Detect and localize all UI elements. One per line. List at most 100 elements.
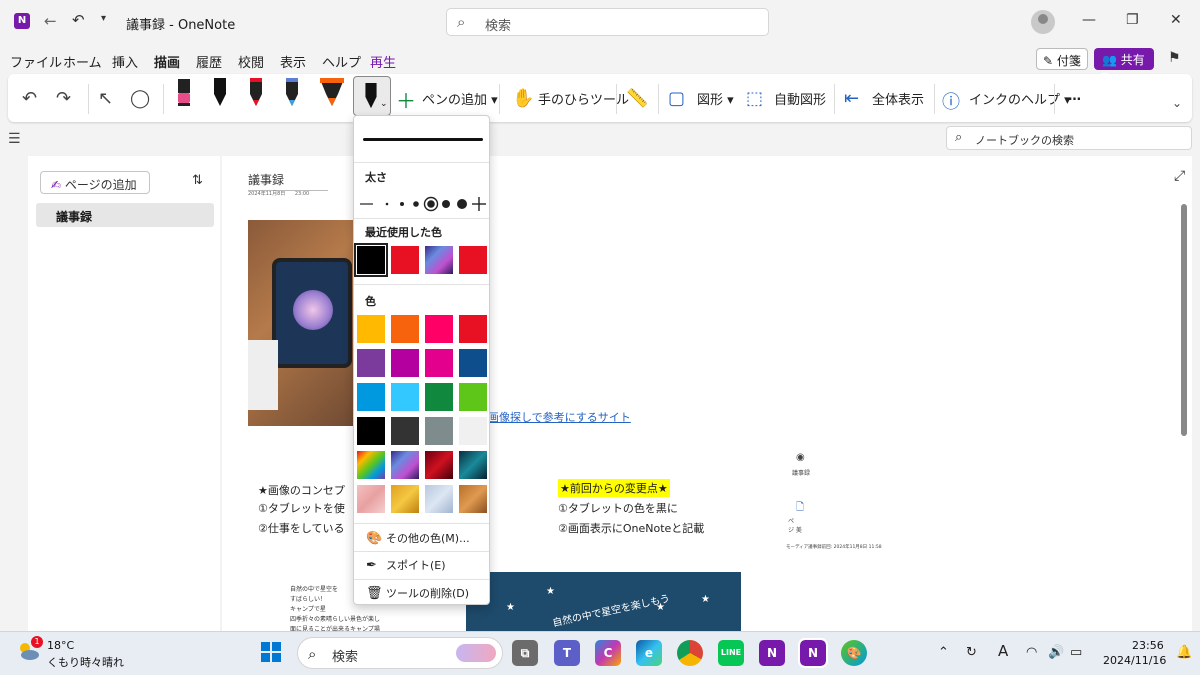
restore-icon[interactable]: ❐ — [1126, 12, 1139, 28]
color-swatch-dark-gray[interactable] — [391, 417, 419, 445]
color-swatch-lime[interactable] — [459, 383, 487, 411]
edge-icon[interactable]: e — [636, 640, 662, 666]
hand-icon[interactable]: ✋ — [512, 88, 534, 109]
reference-site-link[interactable]: 画像探しで参考にするサイト — [488, 409, 631, 425]
menu-history[interactable]: 履歴 — [196, 52, 222, 71]
expand-ribbon-icon[interactable]: ⌄ — [1172, 96, 1182, 110]
highlighter-icon[interactable] — [318, 76, 346, 110]
fit-view-button[interactable]: 全体表示 — [872, 89, 924, 108]
minimize-icon[interactable]: — — [1082, 12, 1096, 28]
ime-indicator[interactable]: A — [998, 642, 1008, 660]
change-note-line[interactable]: ①タブレットの色を黒に — [558, 500, 678, 516]
file-icon[interactable]: ◉ — [796, 452, 805, 463]
wifi-icon[interactable]: ◠ — [1026, 645, 1037, 660]
onenote-icon[interactable]: N — [759, 640, 785, 666]
recent-color-swatch-galaxy[interactable] — [425, 246, 453, 274]
color-swatch-yellow[interactable] — [357, 315, 385, 343]
more-options-button[interactable]: … — [1068, 89, 1081, 104]
color-swatch-light-blue[interactable] — [391, 383, 419, 411]
close-icon[interactable]: ✕ — [1170, 12, 1182, 28]
selected-pen-button[interactable]: ⌄ — [353, 76, 391, 116]
volume-icon[interactable]: 🔊 — [1048, 645, 1064, 660]
color-swatch-black[interactable] — [357, 417, 385, 445]
menu-file[interactable]: ファイル — [10, 52, 62, 71]
concept-note-line[interactable]: ★画像のコンセプ — [258, 482, 345, 498]
page-title[interactable]: 議事録 — [248, 171, 328, 191]
color-swatch-blue[interactable] — [357, 383, 385, 411]
color-swatch-silver[interactable] — [425, 485, 453, 513]
small-note-line[interactable]: すばらしい！ — [290, 594, 326, 603]
select-tool-icon[interactable]: ↖ — [98, 88, 113, 109]
color-swatch-navy[interactable] — [459, 349, 487, 377]
color-swatch-rainbow[interactable] — [357, 451, 385, 479]
color-swatch-galaxy[interactable] — [391, 451, 419, 479]
document-icon[interactable]: 🗋 — [796, 500, 804, 517]
task-view-icon[interactable]: ⧉ — [512, 640, 538, 666]
notebook-search-input[interactable]: ⌕ ノートブックの検索 — [946, 126, 1192, 150]
color-swatch-purple[interactable] — [357, 349, 385, 377]
thickness-selector[interactable] — [358, 196, 488, 212]
menu-view[interactable]: 表示 — [280, 52, 306, 71]
account-avatar[interactable] — [1031, 10, 1055, 34]
page-list-item[interactable]: 議事録 — [36, 203, 214, 227]
quick-access-dropdown-icon[interactable]: ▾ — [101, 13, 106, 24]
menu-playback[interactable]: 再生 — [370, 52, 396, 71]
search-input[interactable]: ⌕ 検索 — [446, 8, 769, 36]
color-swatch-gray[interactable] — [425, 417, 453, 445]
menu-help[interactable]: ヘルプ — [322, 52, 361, 71]
recent-color-swatch-red[interactable] — [391, 246, 419, 274]
shapes-button[interactable]: 図形 ▾ — [697, 89, 734, 108]
menu-draw[interactable]: 描画 — [154, 52, 181, 78]
auto-shapes-button[interactable]: 自動図形 — [774, 89, 826, 108]
start-button[interactable] — [260, 641, 282, 663]
undo-icon[interactable]: ↶ — [72, 11, 85, 29]
sticky-notes-button[interactable]: ✎ 付箋 — [1036, 48, 1088, 70]
line-icon[interactable]: LINE — [718, 640, 744, 666]
add-pen-button[interactable]: ペンの追加 ▾ — [422, 89, 498, 108]
concept-note-line[interactable]: ①タブレットを使 — [258, 500, 345, 516]
add-page-button[interactable]: ✍ ページの追加 — [40, 171, 150, 194]
taskbar-search-input[interactable]: ⌕ 検索 — [297, 637, 503, 669]
clock-time[interactable]: 23:56 — [1132, 639, 1164, 652]
undo-icon[interactable]: ↶ — [22, 88, 37, 109]
small-note-line[interactable]: 四季折々の素晴らしい景色が楽し — [290, 614, 380, 623]
sort-icon[interactable]: ⇅ — [192, 173, 203, 188]
clock-date[interactable]: 2024/11/16 — [1103, 654, 1166, 667]
feedback-icon[interactable]: ⚑ — [1168, 50, 1181, 66]
eraser-pen-icon[interactable] — [170, 76, 198, 110]
color-swatch-lava[interactable] — [425, 451, 453, 479]
delete-tool-item[interactable]: 🗑 ツールの削除(D) — [366, 585, 469, 601]
color-swatch-red[interactable] — [459, 315, 487, 343]
color-swatch-rose-gold[interactable] — [357, 485, 385, 513]
changes-heading[interactable]: ★前回からの変更点★ — [558, 479, 670, 497]
fit-view-icon[interactable]: ⇤ — [844, 88, 859, 109]
tray-overflow-icon[interactable]: ⌃ — [938, 645, 949, 660]
color-swatch-bronze[interactable] — [459, 485, 487, 513]
small-note-line[interactable]: 自然の中で星空を — [290, 584, 338, 593]
color-swatch-orange[interactable] — [391, 315, 419, 343]
recent-color-swatch-black[interactable] — [354, 243, 388, 277]
share-button[interactable]: 👥 共有 ▾ — [1094, 48, 1154, 82]
help-icon[interactable]: ⓘ — [942, 88, 960, 114]
shapes-icon[interactable]: ▢ — [668, 88, 685, 109]
paint-icon[interactable]: 🎨 — [841, 640, 867, 666]
weather-description[interactable]: くもり時々晴れ — [47, 654, 124, 670]
teams-icon[interactable]: T — [554, 640, 580, 666]
weather-temperature[interactable]: 18°C — [47, 639, 74, 652]
more-colors-item[interactable]: 🎨 その他の色(M)... — [366, 530, 470, 546]
chrome-icon[interactable] — [677, 640, 703, 666]
add-pen-icon[interactable]: ＋ — [396, 85, 416, 114]
color-swatch-white[interactable] — [459, 417, 487, 445]
small-note-line[interactable]: キャンプで星 — [290, 604, 326, 613]
black-pen-icon[interactable] — [206, 76, 234, 110]
onenote-active-icon[interactable]: N — [798, 638, 828, 668]
concept-note-line[interactable]: ②仕事をしている — [258, 520, 345, 536]
sync-icon[interactable]: ↻ — [966, 645, 977, 660]
scrollbar-thumb[interactable] — [1181, 204, 1187, 436]
vertical-scrollbar[interactable] — [1180, 190, 1188, 630]
eyedropper-item[interactable]: ✒ スポイト(E) — [366, 557, 446, 573]
galaxy-pen-icon[interactable] — [278, 76, 306, 110]
color-swatch-gold[interactable] — [391, 485, 419, 513]
copilot-icon[interactable]: C — [595, 640, 621, 666]
color-swatch-rose[interactable] — [425, 349, 453, 377]
